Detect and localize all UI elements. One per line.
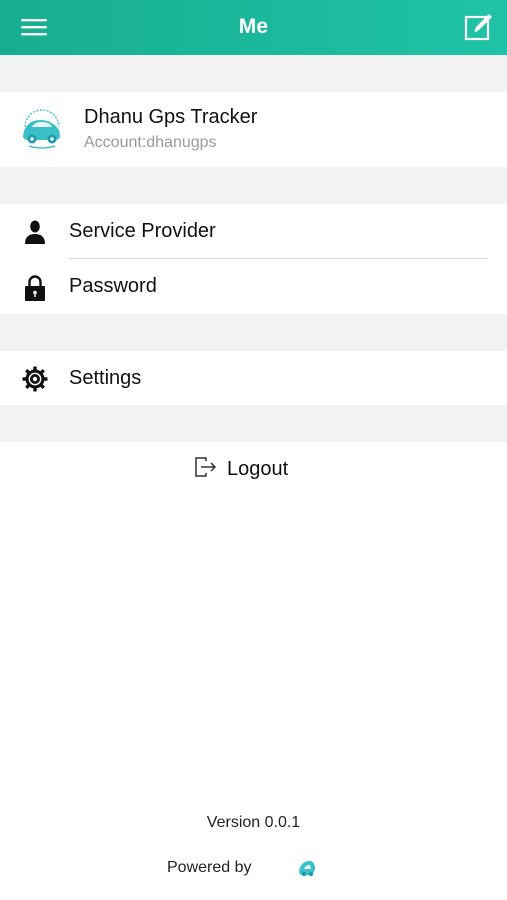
profile-account: Account:dhanugps bbox=[84, 134, 217, 151]
profile-name: Dhanu Gps Tracker bbox=[84, 106, 258, 128]
menu-item-service-provider[interactable]: Service Provider bbox=[0, 204, 507, 259]
powered-by-text: Powered by bbox=[167, 859, 252, 876]
lock-icon bbox=[22, 274, 48, 301]
page-title: Me bbox=[238, 15, 269, 38]
person-icon bbox=[22, 219, 48, 245]
section-separator bbox=[0, 55, 507, 92]
menu-item-password[interactable]: Password bbox=[0, 259, 507, 314]
logout-label: Logout bbox=[227, 458, 289, 480]
section-separator bbox=[0, 167, 507, 204]
top-app-bar: Me bbox=[0, 0, 507, 55]
logout-icon bbox=[194, 456, 218, 478]
menu-item-label: Password bbox=[69, 275, 157, 297]
gear-icon bbox=[22, 366, 48, 392]
menu-item-label: Settings bbox=[69, 367, 142, 389]
section-separator bbox=[0, 314, 507, 351]
me-screen: Me Dhanu Gps Tracker Account:dhanugps Se… bbox=[0, 0, 507, 900]
powered-by-logo bbox=[296, 857, 318, 879]
logout-button[interactable]: Logout bbox=[190, 452, 320, 486]
edit-pencil-icon[interactable] bbox=[464, 12, 494, 42]
section-separator bbox=[0, 405, 507, 442]
menu-item-label: Service Provider bbox=[69, 220, 216, 242]
gps-tracker-logo bbox=[19, 109, 65, 151]
menu-item-settings[interactable]: Settings bbox=[0, 351, 507, 405]
version-text: Version 0.0.1 bbox=[206, 814, 301, 831]
profile-card[interactable]: Dhanu Gps Tracker Account:dhanugps bbox=[0, 92, 507, 167]
